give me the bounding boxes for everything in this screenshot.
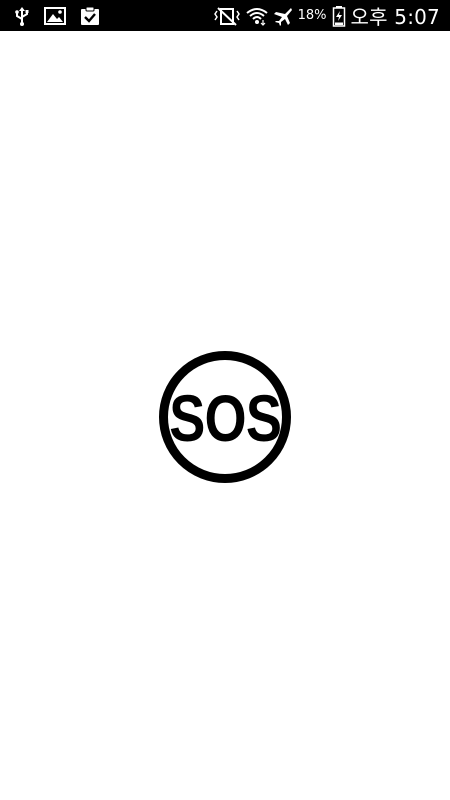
clipboard-check-icon xyxy=(80,6,100,26)
vibrate-mute-icon xyxy=(213,6,241,26)
splash-content: SOS xyxy=(0,31,450,800)
airplane-icon xyxy=(273,6,293,26)
wifi-icon xyxy=(245,6,268,26)
battery-icon xyxy=(332,5,346,27)
sos-logo: SOS xyxy=(159,351,291,483)
usb-icon xyxy=(14,6,30,26)
clock: 오후 5:07 xyxy=(350,5,440,29)
battery-percent: 18% xyxy=(297,8,327,23)
status-bar-system: 18% 오후 5:07 xyxy=(213,1,450,30)
sos-logo-text: SOS xyxy=(169,381,282,455)
image-icon xyxy=(44,6,66,25)
status-bar: 18% 오후 5:07 xyxy=(0,0,450,31)
screen: 18% 오후 5:07 SOS xyxy=(0,0,450,800)
status-bar-notifications xyxy=(0,6,100,26)
